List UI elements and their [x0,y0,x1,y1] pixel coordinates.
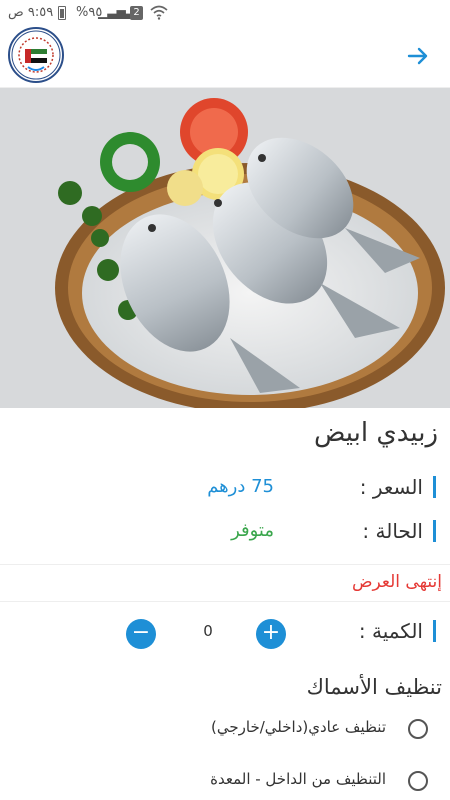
radio-button[interactable] [408,771,428,791]
price-row: السعر : 75 درهم [0,470,450,510]
logo [8,27,64,83]
decrease-quantity-button[interactable]: − [126,619,156,649]
price-value: 75 درهم [207,476,274,497]
status-time: ٩:٥٩ ص [8,5,54,20]
price-label: السعر : [360,476,436,498]
product-image [0,88,450,408]
cleaning-section-title: تنظيف الأسماك [306,675,442,699]
plus-icon: + [261,620,281,645]
quantity-label: الكمية : [359,620,436,642]
status-row: الحالة : متوفر [0,514,450,554]
offer-text: إنتهى العرض [351,572,442,592]
status-label: الحالة : [362,520,436,542]
cleaning-option-regular[interactable]: تنظيف عادي(داخلي/خارجي) [0,714,450,746]
cleaning-option-inside[interactable]: التنظيف من الداخل - المعدة [0,766,450,798]
app-header [0,26,450,88]
radio-button[interactable] [408,719,428,739]
battery-icon [58,6,66,20]
sim-badge: 2 [130,6,143,20]
logo-emblem-icon [11,30,61,80]
quantity-row: الكمية : [0,614,450,654]
cleaning-option-label: تنظيف عادي(داخلي/خارجي) [211,718,386,736]
cleaning-option-label: التنظيف من الداخل - المعدة [210,770,386,788]
offer-banner: إنتهى العرض [0,564,450,602]
wifi-icon [150,5,168,20]
status-value: متوفر [231,520,274,541]
signal-icon-2: ▁▃ [112,5,131,19]
back-arrow-icon[interactable] [400,38,436,74]
quantity-value: 0 [203,622,213,640]
status-bar: ٩:٥٩ ص %٩٥ ▁▃▅ ▁▃ 2 [0,0,450,26]
increase-quantity-button[interactable]: + [256,619,286,649]
product-title: زبيدي ابيض [313,418,438,448]
minus-icon: − [131,620,151,645]
